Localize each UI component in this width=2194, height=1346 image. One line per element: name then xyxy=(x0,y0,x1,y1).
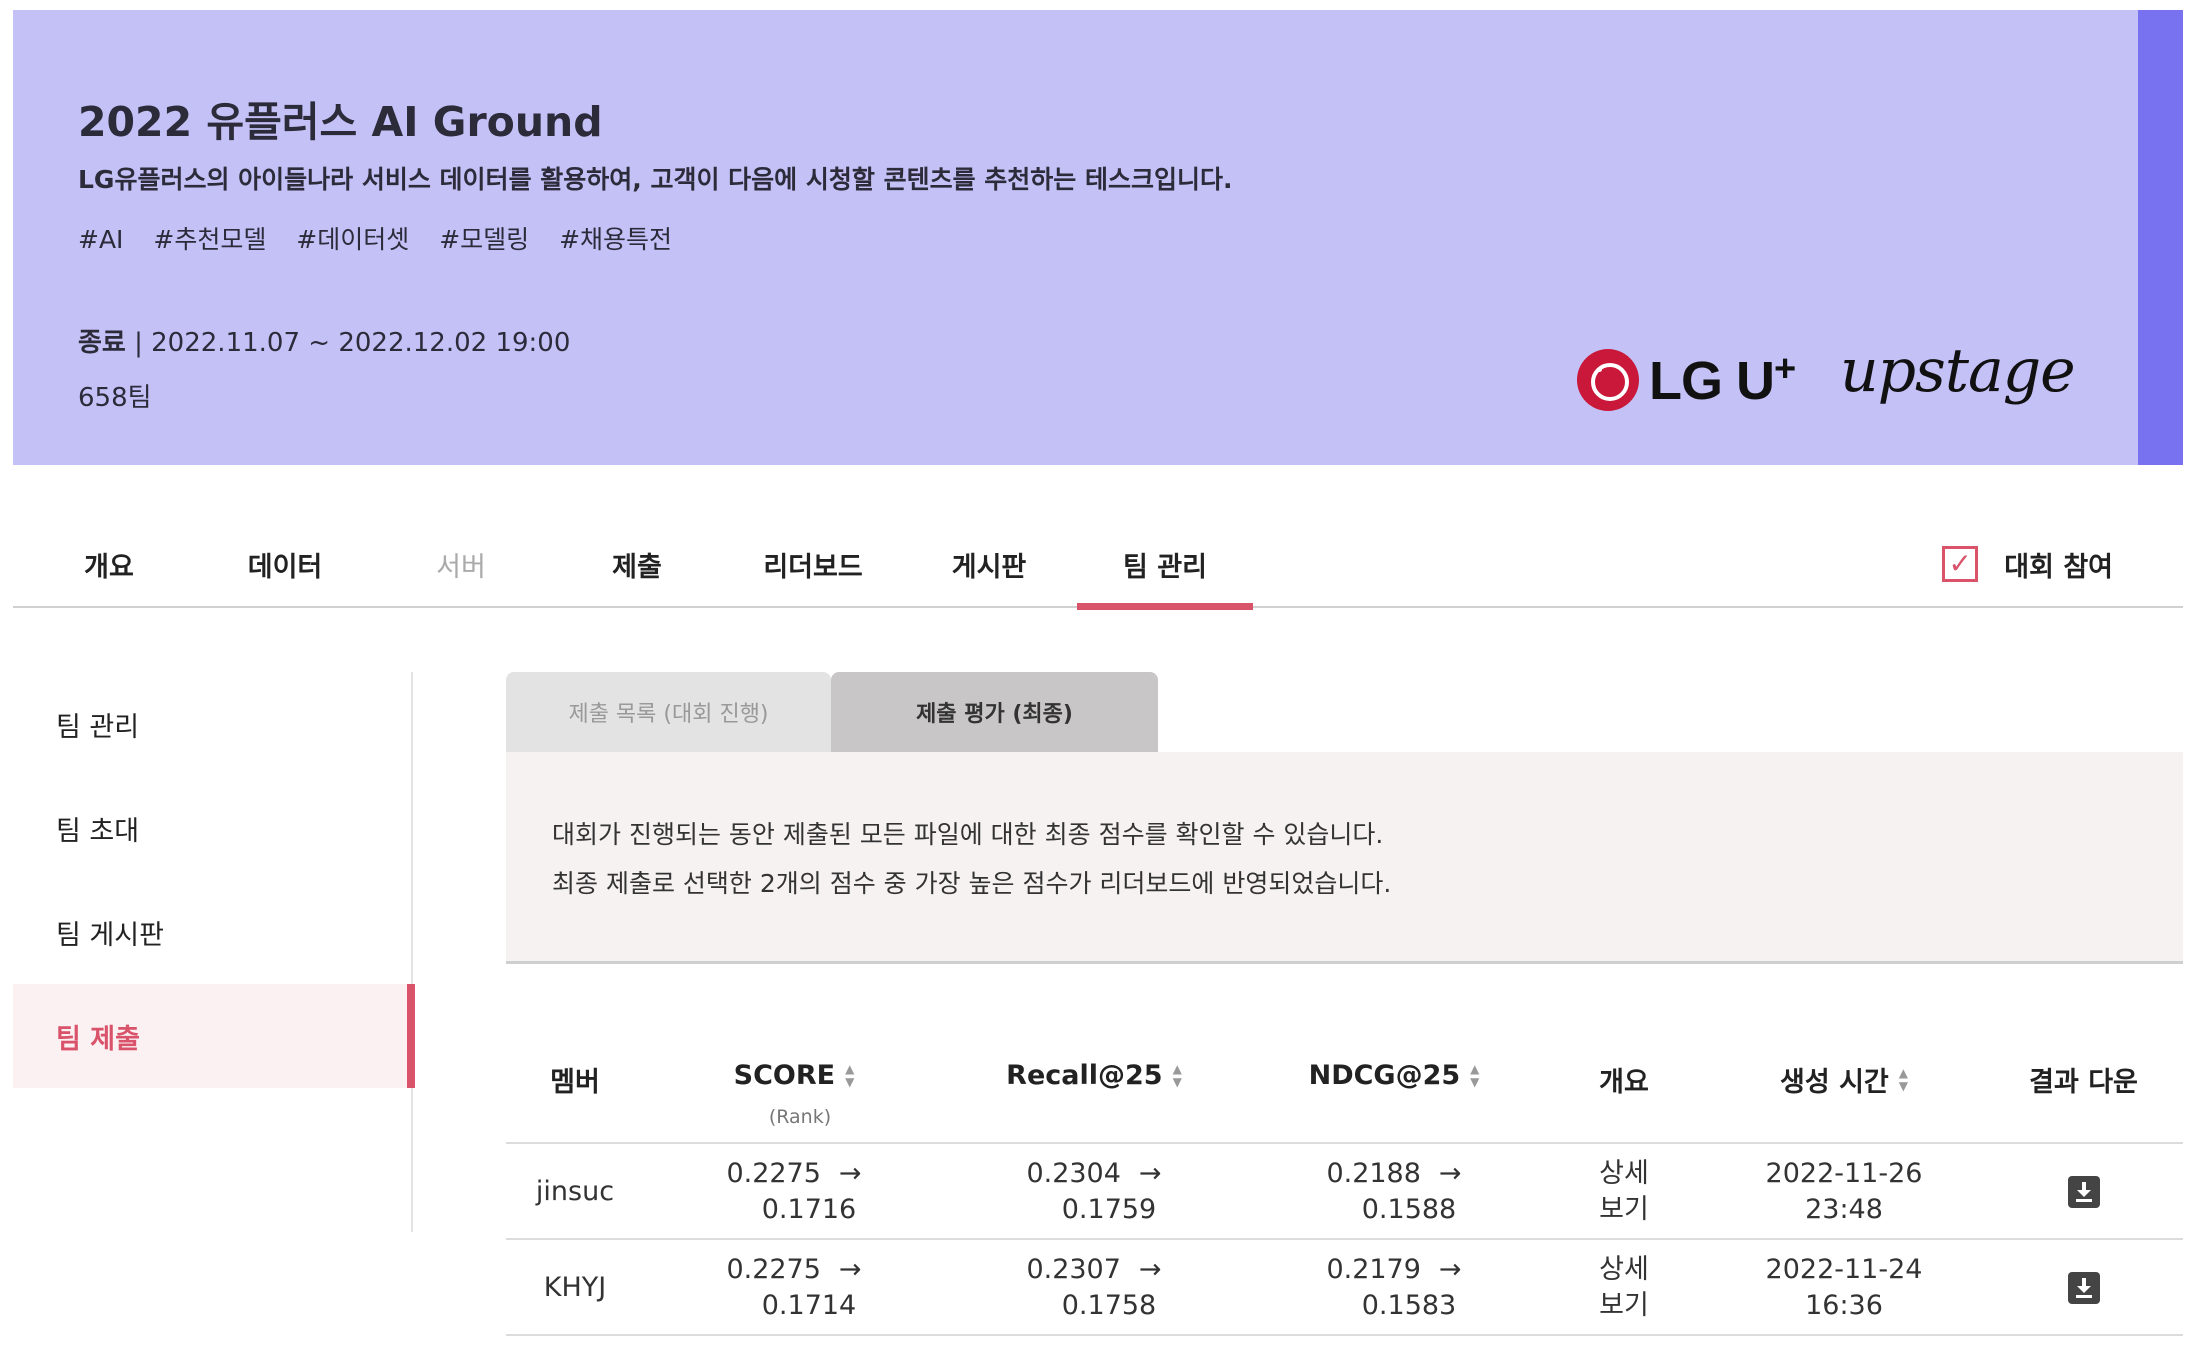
competition-tabs: 개요 데이터 서버 제출 리더보드 게시판 팀 관리 ✓ 대회 참여 xyxy=(13,520,2183,610)
arrow-right-icon: → xyxy=(1138,1158,1162,1189)
cell-ndcg: 0.2179 → 0.1583 xyxy=(1326,1254,1462,1321)
cell-member: KHYJ xyxy=(543,1272,607,1303)
table-row: jinsuc 0.2275 → 0.1716 0.2304 → 0.1759 0.2… xyxy=(506,1144,2183,1240)
arrow-right-icon: → xyxy=(838,1254,862,1285)
join-competition[interactable]: ✓ 대회 참여 xyxy=(1942,520,2113,608)
tab-server[interactable]: 서버 xyxy=(373,520,549,608)
tab-overview[interactable]: 개요 xyxy=(21,520,197,608)
cell-created: 2022-11-24 16:36 xyxy=(1765,1254,1923,1321)
info-box: 대회가 진행되는 동안 제출된 모든 파일에 대한 최종 점수를 확인할 수 있… xyxy=(506,752,2183,964)
banner-accent-stripe xyxy=(2138,10,2183,465)
competition-tags: #AI #추천모델 #데이터셋 #모델링 #채용특전 xyxy=(78,220,694,256)
header-created[interactable]: 생성 시간 ▲ ▼ xyxy=(1704,1060,1984,1099)
sort-icon[interactable]: ▲ ▼ xyxy=(1173,1062,1182,1089)
subtab-submission-list[interactable]: 제출 목록 (대회 진행) xyxy=(506,672,831,752)
team-sidebar: 팀 관리 팀 초대 팀 게시판 팀 제출 xyxy=(13,672,415,1232)
competition-title: 2022 유플러스 AI Ground xyxy=(78,98,603,146)
header-download: 결과 다운 xyxy=(2029,1067,2138,1098)
header-member: 멤버 xyxy=(550,1067,600,1098)
tab-board[interactable]: 게시판 xyxy=(901,520,1077,608)
info-line: 최종 제출로 선택한 2개의 점수 중 가장 높은 점수가 리더보드에 반영되었… xyxy=(552,869,1392,898)
download-icon[interactable] xyxy=(2067,1272,2100,1304)
competition-period: | 2022.11.07 ~ 2022.12.02 19:00 xyxy=(125,328,571,358)
arrow-right-icon: → xyxy=(1438,1254,1462,1285)
cell-download xyxy=(1984,1240,2183,1336)
sidebar-item-team-management[interactable]: 팀 관리 xyxy=(13,672,413,776)
sidebar-item-team-invite[interactable]: 팀 초대 xyxy=(13,776,413,880)
evaluation-table: 멤버 SCORE ▲ ▼ (Rank) Recall@25 ▲ ▼ NDCG@25 ▲ ▼ … xyxy=(506,1040,2183,1336)
tag[interactable]: #모델링 xyxy=(439,225,529,254)
sidebar-item-team-submit[interactable]: 팀 제출 xyxy=(13,984,415,1088)
upstage-logo: upstage xyxy=(1840,336,2076,406)
header-recall[interactable]: Recall@25 ▲ ▼ xyxy=(944,1060,1244,1091)
sort-icon[interactable]: ▲ ▼ xyxy=(845,1062,854,1089)
join-label: 대회 참여 xyxy=(2004,551,2113,583)
cell-recall: 0.2304 → 0.1759 xyxy=(1026,1158,1162,1225)
tab-data[interactable]: 데이터 xyxy=(197,520,373,608)
competition-description: LG유플러스의 아이들나라 서비스 데이터를 활용하여, 고객이 다음에 시청할… xyxy=(78,165,1233,194)
status-label: 종료 xyxy=(78,328,126,358)
info-line: 대회가 진행되는 동안 제출된 모든 파일에 대한 최종 점수를 확인할 수 있… xyxy=(552,820,1384,849)
tab-submit[interactable]: 제출 xyxy=(549,520,725,608)
cell-created: 2022-11-26 23:48 xyxy=(1765,1158,1923,1225)
tag[interactable]: #채용특전 xyxy=(559,225,672,254)
lg-logo-text: LG U xyxy=(1649,351,1775,411)
cell-download xyxy=(1984,1144,2183,1240)
sort-icon[interactable]: ▲ ▼ xyxy=(1899,1066,1908,1093)
header-score[interactable]: SCORE ▲ ▼ xyxy=(644,1060,944,1091)
sidebar-item-team-board[interactable]: 팀 게시판 xyxy=(13,880,413,984)
cell-member: jinsuc xyxy=(535,1176,615,1207)
view-details-link[interactable]: 상세 보기 xyxy=(1544,1240,1704,1336)
lg-logo-plus: + xyxy=(1774,348,1796,390)
header-summary: 개요 xyxy=(1599,1067,1649,1098)
arrow-right-icon: → xyxy=(838,1158,862,1189)
cell-score: 0.2275 → 0.1714 xyxy=(726,1254,862,1321)
table-row: KHYJ 0.2275 → 0.1714 0.2307 → 0.1758 0.217… xyxy=(506,1240,2183,1336)
tag[interactable]: #데이터셋 xyxy=(296,225,409,254)
lg-face-icon xyxy=(1577,349,1639,411)
header-score-rank: (Rank) xyxy=(768,1106,832,1128)
team-count: 658팀 xyxy=(78,383,152,413)
cell-recall: 0.2307 → 0.1758 xyxy=(1026,1254,1162,1321)
download-icon[interactable] xyxy=(2067,1176,2100,1208)
lg-uplus-logo: LG U+ xyxy=(1577,345,1796,415)
tag[interactable]: #추천모델 xyxy=(153,225,266,254)
cell-ndcg: 0.2188 → 0.1588 xyxy=(1326,1158,1462,1225)
join-checkbox[interactable]: ✓ xyxy=(1942,546,1979,582)
arrow-right-icon: → xyxy=(1438,1158,1462,1189)
tag[interactable]: #AI xyxy=(78,225,123,254)
sort-icon[interactable]: ▲ ▼ xyxy=(1470,1062,1479,1089)
arrow-right-icon: → xyxy=(1138,1254,1162,1285)
table-header: 멤버 SCORE ▲ ▼ (Rank) Recall@25 ▲ ▼ NDCG@25 ▲ ▼ … xyxy=(506,1040,2183,1144)
header-ndcg[interactable]: NDCG@25 ▲ ▼ xyxy=(1244,1060,1544,1091)
tab-team-management[interactable]: 팀 관리 xyxy=(1077,520,1253,610)
competition-status: 종료 | 2022.11.07 ~ 2022.12.02 19:00 xyxy=(78,322,570,359)
subtab-final-evaluation[interactable]: 제출 평가 (최종) xyxy=(831,672,1158,752)
cell-score: 0.2275 → 0.1716 xyxy=(726,1158,862,1225)
view-details-link[interactable]: 상세 보기 xyxy=(1544,1144,1704,1240)
tab-leaderboard[interactable]: 리더보드 xyxy=(725,520,901,608)
